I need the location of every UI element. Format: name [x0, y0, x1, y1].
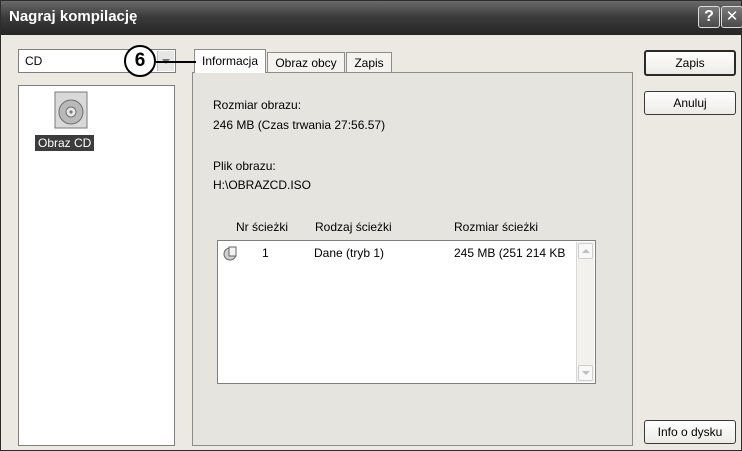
window-title: Nagraj kompilację	[9, 8, 138, 25]
tab-informacja[interactable]: Informacja	[194, 49, 266, 73]
close-button[interactable]: ✕	[721, 6, 742, 28]
vertical-scrollbar[interactable]	[576, 242, 594, 382]
recorder-type-value: CD	[25, 54, 43, 68]
data-track-icon	[223, 246, 237, 261]
column-header-track-size[interactable]: Rozmiar ścieżki	[454, 220, 538, 234]
image-size-value: 246 MB (Czas trwania 27:56.57)	[213, 118, 386, 132]
column-header-track-number[interactable]: Nr ścieżki	[236, 220, 288, 234]
image-file-value: H:\OBRAZCD.ISO	[213, 178, 312, 192]
callout-marker: 6	[124, 45, 156, 77]
column-header-track-type[interactable]: Rodzaj ścieżki	[315, 220, 392, 234]
track-size: 245 MB (251 214 KB	[454, 246, 566, 260]
write-button[interactable]: Zapis	[644, 50, 736, 76]
callout-line	[156, 61, 196, 63]
image-file-label: Plik obrazu:	[213, 159, 276, 173]
list-item-label: Obraz CD	[35, 135, 95, 151]
scroll-down-button[interactable]	[578, 365, 593, 381]
track-list[interactable]: 1 Dane (tryb 1) 245 MB (251 214 KB	[217, 240, 596, 384]
tab-obraz-obcy[interactable]: Obraz obcy	[267, 52, 345, 73]
track-type: Dane (tryb 1)	[314, 246, 385, 260]
cancel-button[interactable]: Anuluj	[644, 91, 736, 115]
cd-image-icon	[54, 91, 88, 129]
tab-zapis[interactable]: Zapis	[346, 52, 392, 73]
image-size-label: Rozmiar obrazu:	[213, 98, 302, 112]
help-button[interactable]: ?	[698, 6, 720, 28]
disc-info-button[interactable]: Info o dysku	[644, 420, 736, 444]
title-bar[interactable]: Nagraj kompilację ? ✕	[1, 1, 742, 35]
tab-panel-informacja: Rozmiar obrazu: 246 MB (Czas trwania 27:…	[192, 72, 633, 446]
dialog-window: Nagraj kompilację ? ✕ CD 6 Obraz CD Info…	[0, 0, 742, 451]
track-number: 1	[262, 246, 269, 260]
compilation-type-list[interactable]: Obraz CD	[18, 85, 175, 446]
scroll-up-button[interactable]	[578, 243, 593, 259]
